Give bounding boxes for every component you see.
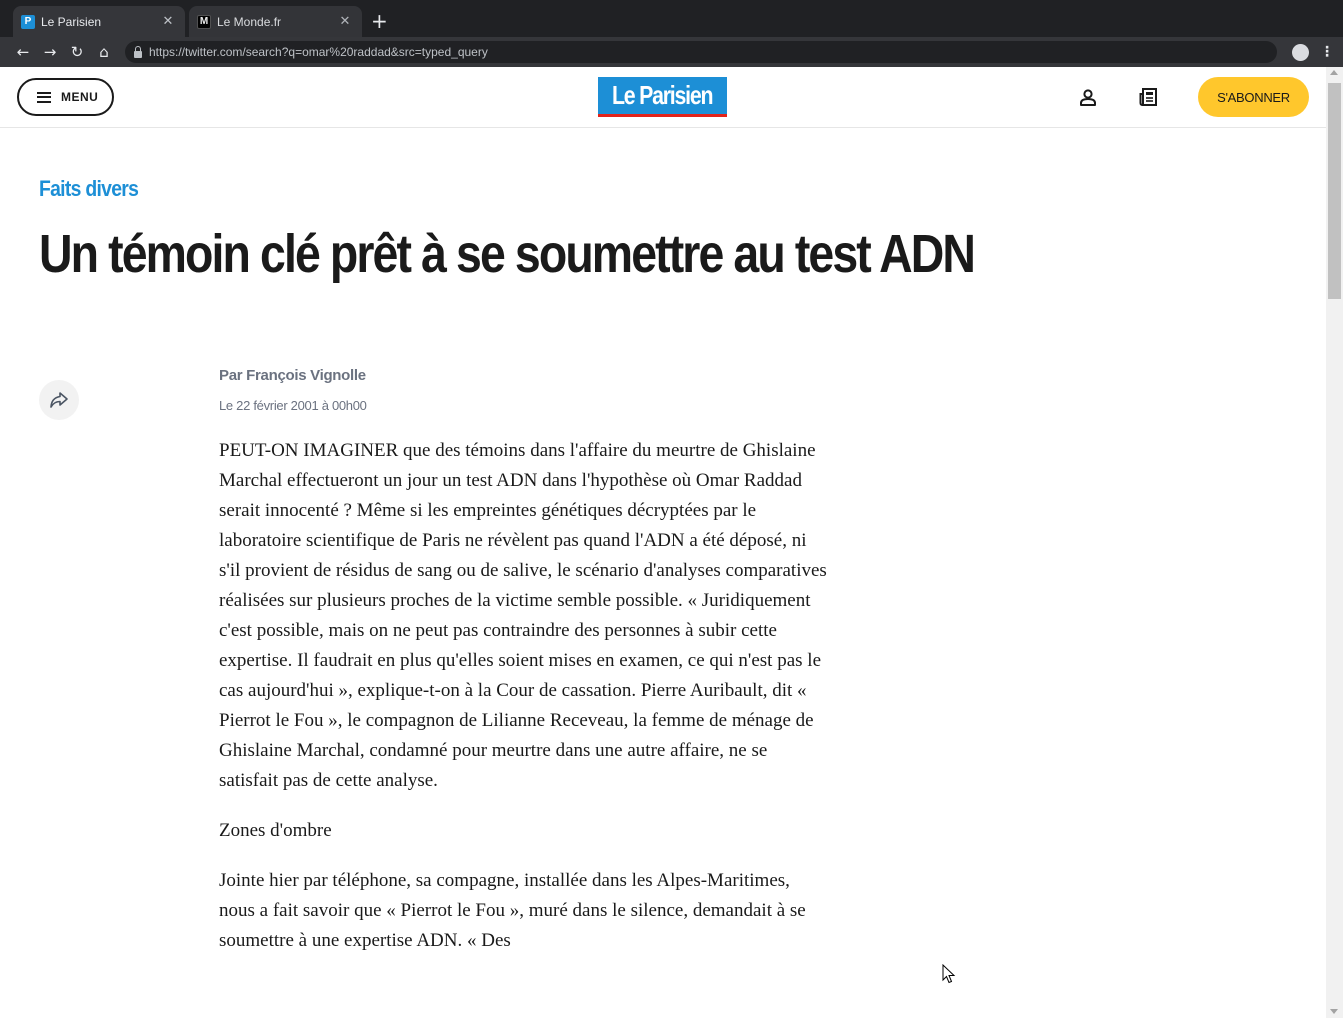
browser-tab-bar: P Le Parisien ✕ M Le Monde.fr ✕ + (0, 0, 1343, 37)
back-button[interactable]: ← (13, 42, 33, 62)
browser-toolbar: ← → ↻ ⌂ https://twitter.com/search?q=oma… (0, 37, 1343, 67)
article-paragraph: PEUT-ON IMAGINER que des témoins dans l'… (219, 440, 827, 791)
forward-button[interactable]: → (40, 42, 60, 62)
share-button[interactable] (39, 380, 79, 420)
url-text: https://twitter.com/search?q=omar%20radd… (149, 45, 488, 59)
article-headline: Un témoin clé prêt à se soumettre au tes… (39, 224, 976, 284)
article-subheading: Zones d'ombre (219, 820, 332, 841)
article-author[interactable]: Par François Vignolle (219, 367, 366, 384)
article-paragraph: Jointe hier par téléphone, sa compagne, … (219, 870, 806, 951)
close-tab-icon[interactable]: ✕ (161, 14, 175, 29)
menu-button[interactable]: MENU (17, 78, 114, 116)
scrollbar-thumb[interactable] (1328, 83, 1341, 299)
subscribe-button[interactable]: S'ABONNER (1198, 77, 1309, 117)
le-parisien-logo[interactable]: Le Parisien (598, 77, 727, 117)
tab-title: Le Parisien (41, 14, 102, 29)
close-tab-icon[interactable]: ✕ (338, 14, 352, 29)
logo-text: Le Parisien (612, 80, 713, 110)
profile-avatar[interactable] (1292, 44, 1309, 61)
article-date: Le 22 février 2001 à 00h00 (219, 398, 367, 413)
user-account-icon[interactable] (1078, 88, 1098, 108)
scroll-up-arrow-icon[interactable] (1330, 70, 1338, 75)
address-bar[interactable]: https://twitter.com/search?q=omar%20radd… (125, 41, 1277, 63)
page-scrollbar[interactable] (1326, 67, 1343, 1018)
tab-title: Le Monde.fr (217, 14, 282, 29)
hamburger-icon (37, 91, 51, 103)
tab-le-monde[interactable]: M Le Monde.fr ✕ (189, 6, 362, 37)
browser-menu-icon[interactable]: ⋮ (1320, 42, 1334, 62)
share-icon (50, 392, 68, 408)
scroll-down-arrow-icon[interactable] (1330, 1009, 1338, 1014)
article-category-link[interactable]: Faits divers (39, 176, 139, 202)
le-monde-favicon-icon: M (197, 14, 211, 29)
menu-label: MENU (61, 90, 99, 104)
mouse-cursor-icon (942, 964, 956, 984)
reload-button[interactable]: ↻ (67, 42, 87, 62)
le-parisien-favicon-icon: P (21, 14, 35, 29)
new-tab-button[interactable]: + (371, 10, 388, 32)
site-header: MENU Le Parisien S'ABONNER (0, 67, 1326, 128)
tab-le-parisien[interactable]: P Le Parisien ✕ (13, 6, 185, 37)
lock-icon (134, 45, 142, 58)
article-body: PEUT-ON IMAGINER que des témoins dans l'… (219, 436, 829, 976)
newspaper-icon[interactable] (1139, 87, 1159, 107)
home-button[interactable]: ⌂ (94, 42, 114, 62)
